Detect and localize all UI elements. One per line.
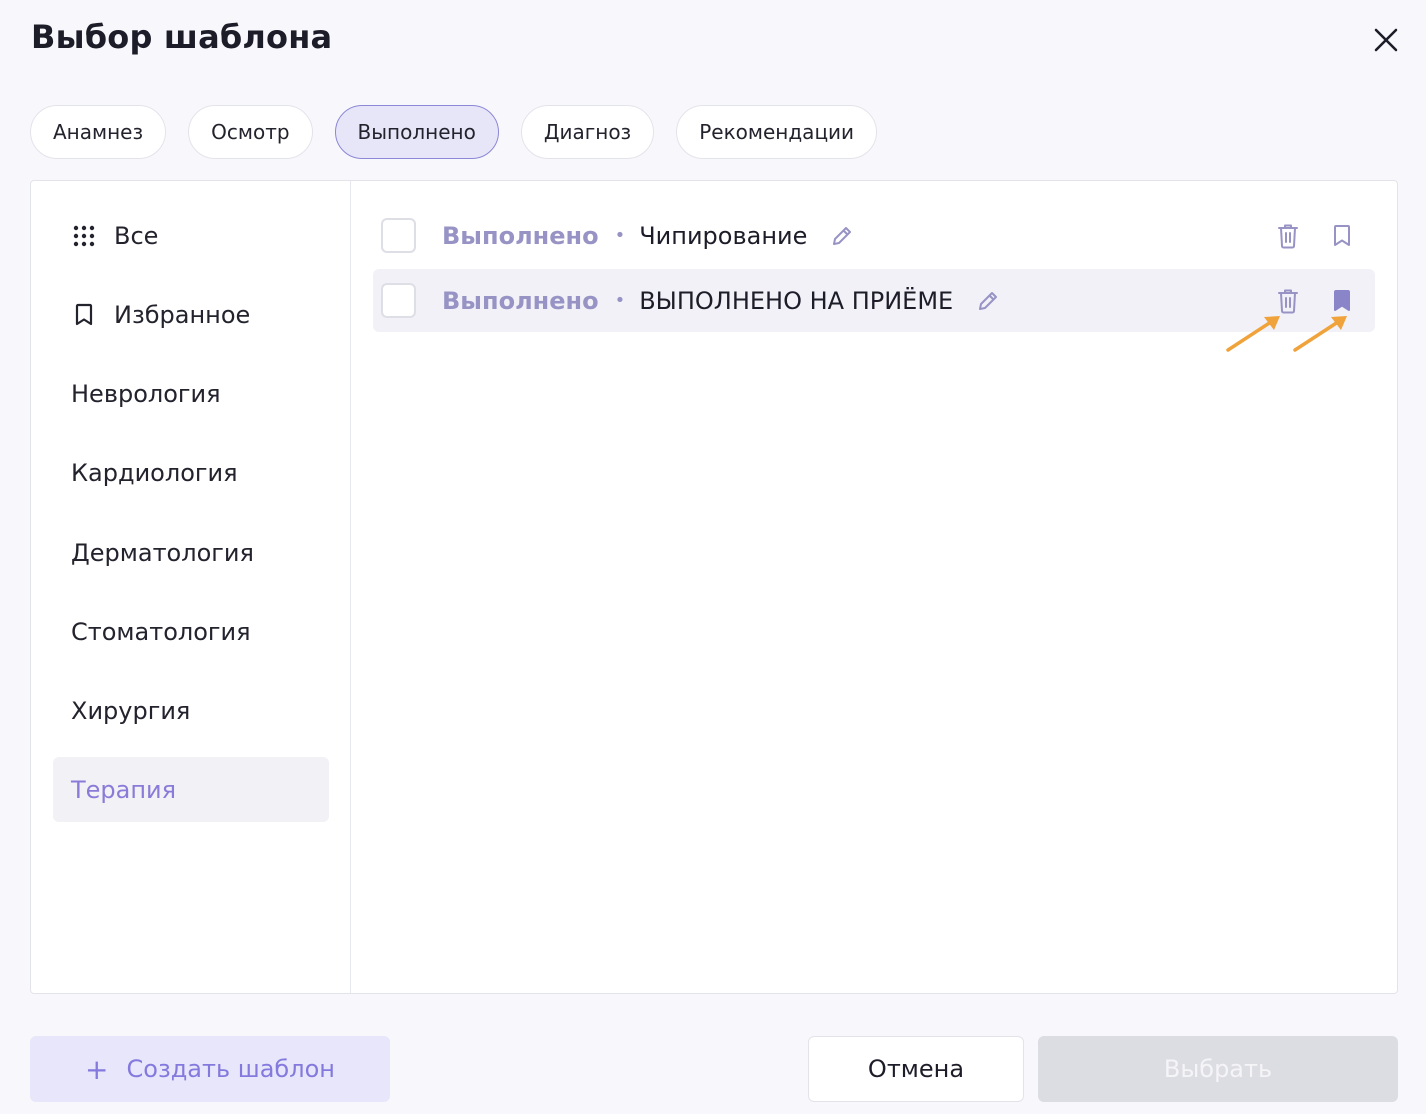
template-list: Выполнено • Чипирование Выполнено • ВЫПО…: [351, 181, 1397, 993]
template-checkbox[interactable]: [381, 218, 416, 253]
tab-examination[interactable]: Осмотр: [188, 105, 313, 159]
bookmark-icon: [1334, 224, 1350, 246]
sidebar-item-all[interactable]: Все: [53, 203, 329, 268]
delete-button[interactable]: [1275, 287, 1301, 315]
sidebar-item-neurology[interactable]: Неврология: [53, 361, 329, 426]
template-name: Чипирование: [639, 221, 808, 250]
row-actions: [1275, 204, 1355, 267]
sidebar-item-label: Дерматология: [71, 538, 254, 567]
sidebar-item-label: Неврология: [71, 379, 221, 408]
template-name: ВЫПОЛНЕНО НА ПРИЁМЕ: [639, 286, 954, 315]
section-tabs: Анамнез Осмотр Выполнено Диагноз Рекомен…: [30, 105, 878, 159]
sidebar-item-cardiology[interactable]: Кардиология: [53, 440, 329, 505]
trash-icon: [1278, 224, 1298, 248]
edit-button[interactable]: [975, 288, 1001, 314]
sidebar-item-dermatology[interactable]: Дерматология: [53, 520, 329, 585]
trash-icon: [1278, 289, 1298, 313]
select-button[interactable]: Выбрать: [1038, 1036, 1398, 1102]
sidebar-item-surgery[interactable]: Хирургия: [53, 678, 329, 743]
sidebar-item-label: Избранное: [114, 300, 251, 329]
templates-panel: Все Избранное Неврология Кардиология Дер…: [30, 180, 1398, 994]
sidebar-item-label: Хирургия: [71, 696, 191, 725]
template-category: Выполнено: [442, 221, 599, 250]
favorite-button[interactable]: [1329, 222, 1355, 250]
separator-dot: •: [614, 225, 626, 246]
dialog-header: Выбор шаблона: [0, 0, 1426, 80]
create-template-label: Создать шаблон: [126, 1055, 335, 1083]
sidebar-item-label: Терапия: [71, 775, 177, 804]
close-icon: [1374, 28, 1398, 52]
annotation-arrow: [1226, 316, 1280, 352]
sidebar-item-dentistry[interactable]: Стоматология: [53, 599, 329, 664]
category-sidebar: Все Избранное Неврология Кардиология Дер…: [31, 181, 351, 993]
sidebar-item-favorites[interactable]: Избранное: [53, 282, 329, 347]
dialog-footer: + Создать шаблон Отмена Выбрать: [0, 1036, 1426, 1102]
pencil-icon: [833, 226, 852, 245]
tab-anamnesis[interactable]: Анамнез: [30, 105, 167, 159]
pencil-icon: [979, 291, 998, 310]
plus-icon: +: [85, 1052, 109, 1086]
separator-dot: •: [614, 290, 626, 311]
bookmark-icon: [71, 302, 97, 328]
delete-button[interactable]: [1275, 222, 1301, 250]
template-checkbox[interactable]: [381, 283, 416, 318]
create-template-button[interactable]: + Создать шаблон: [30, 1036, 390, 1102]
close-button[interactable]: [1366, 20, 1406, 60]
sidebar-item-label: Стоматология: [71, 617, 251, 646]
sidebar-item-label: Все: [114, 221, 159, 250]
template-category: Выполнено: [442, 286, 599, 315]
dialog-title: Выбор шаблона: [31, 18, 333, 56]
template-row[interactable]: Выполнено • Чипирование: [373, 204, 1375, 267]
edit-button[interactable]: [829, 223, 855, 249]
tab-done[interactable]: Выполнено: [334, 105, 499, 159]
bookmark-filled-icon: [1334, 289, 1350, 311]
sidebar-item-therapy[interactable]: Терапия: [53, 757, 329, 822]
annotation-arrow: [1293, 316, 1347, 352]
cancel-button[interactable]: Отмена: [808, 1036, 1024, 1102]
sidebar-item-label: Кардиология: [71, 458, 238, 487]
tab-diagnosis[interactable]: Диагноз: [520, 105, 655, 159]
tab-recommendations[interactable]: Рекомендации: [676, 105, 878, 159]
favorite-button[interactable]: [1329, 287, 1355, 315]
grid-icon: [71, 223, 97, 249]
